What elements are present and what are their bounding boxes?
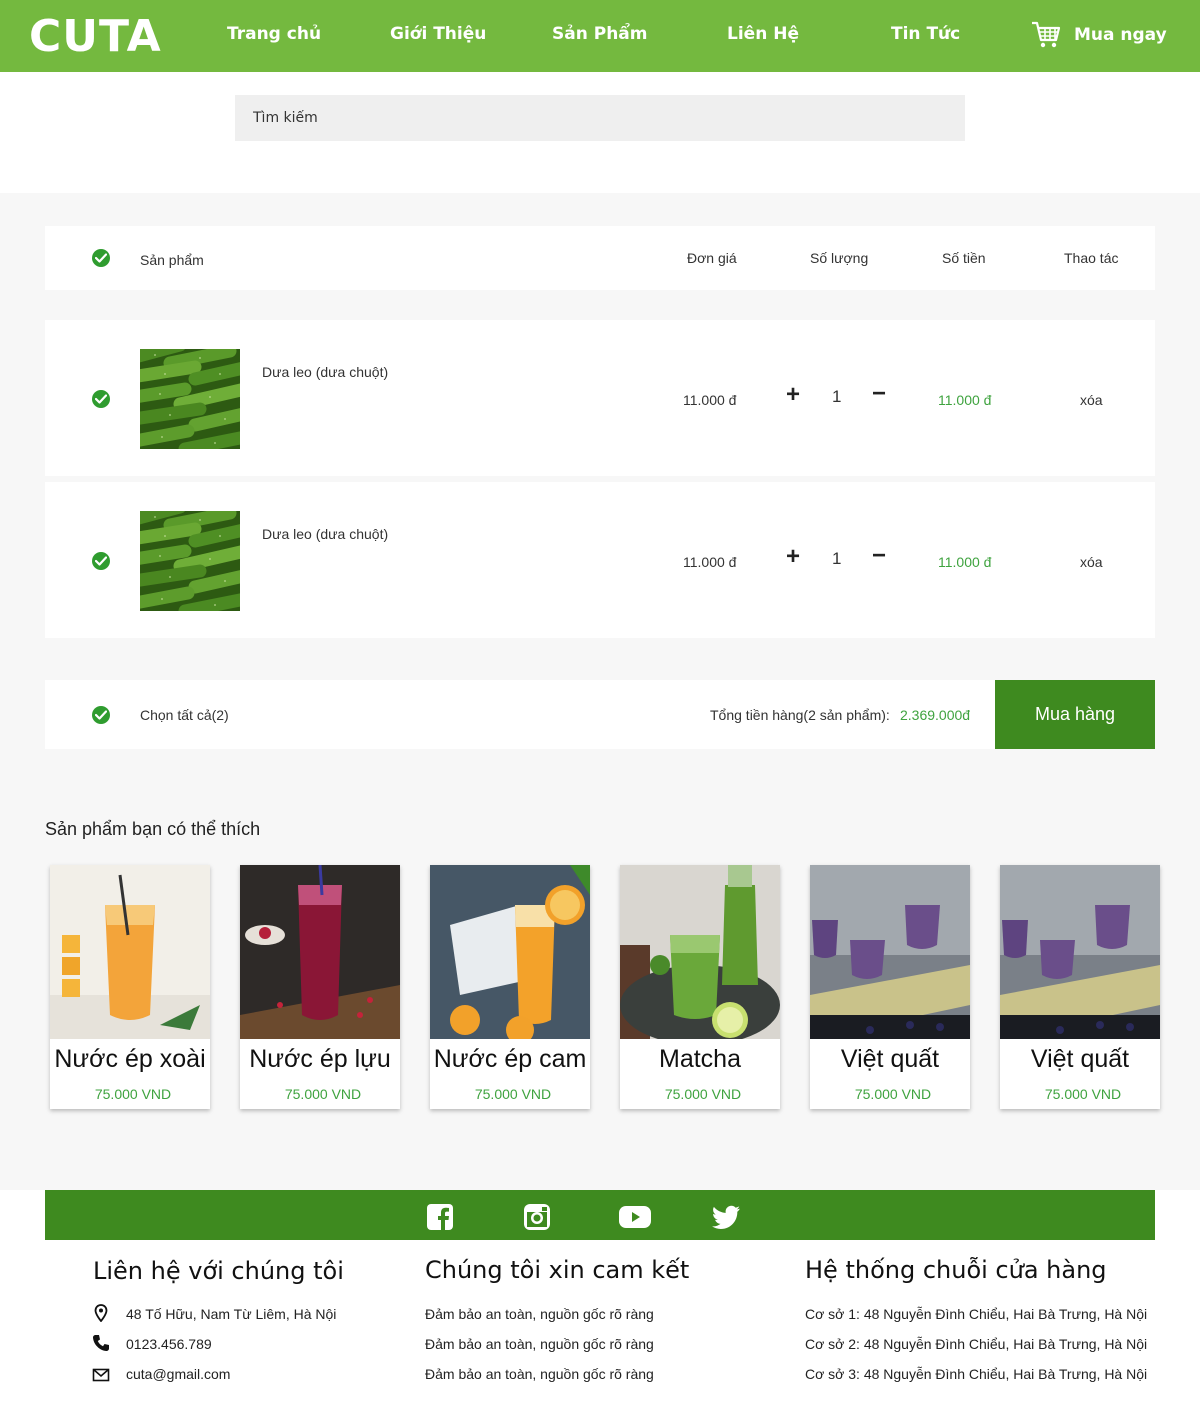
delete-link[interactable]: xóa [1080, 554, 1103, 570]
product-price: 75.000 VND [854, 1086, 932, 1102]
store-line: Cơ sở 3: 48 Nguyễn Đình Chiểu, Hai Bà Tr… [805, 1366, 1148, 1382]
quantity-value[interactable]: 1 [832, 549, 841, 569]
contact-email[interactable]: cuta@gmail.com [126, 1366, 230, 1382]
item-checkbox[interactable] [92, 390, 110, 408]
social-bar [45, 1190, 1155, 1240]
twitter-icon[interactable] [711, 1203, 741, 1231]
column-product: Sản phẩm [140, 252, 204, 268]
product-name[interactable]: Dưa leo (dưa chuột) [262, 364, 388, 380]
quantity-value[interactable]: 1 [832, 387, 841, 407]
cart-header: Sản phẩm Đơn giá Số lượng Số tiền Thao t… [45, 226, 1155, 290]
total-value: 2.369.000đ [900, 707, 971, 723]
product-name[interactable]: Dưa leo (dưa chuột) [262, 526, 388, 542]
nav-item-news[interactable]: Tin Tức [891, 24, 960, 44]
commitment-line: Đảm bảo an toàn, nguồn gốc rõ ràng [425, 1366, 654, 1382]
product-price: 75.000 VND [664, 1086, 742, 1102]
store-line: Cơ sở 1: 48 Nguyễn Đình Chiểu, Hai Bà Tr… [805, 1306, 1148, 1322]
item-amount: 11.000 đ [938, 554, 992, 570]
product-card[interactable]: Nước ép xoài 75.000 VND [50, 865, 210, 1109]
buy-now-label: Mua ngay [1074, 25, 1167, 45]
nav-item-contact[interactable]: Liên Hệ [727, 24, 799, 44]
email-icon [92, 1368, 110, 1382]
product-name: Nước ép cam [433, 1045, 587, 1073]
product-name: Nước ép xoài [54, 1045, 206, 1073]
product-name: Nước ép lựu [249, 1045, 391, 1073]
product-image[interactable] [140, 349, 240, 449]
product-image [810, 865, 970, 1039]
product-name: Việt quất [1030, 1045, 1130, 1073]
contact-address: 48 Tố Hữu, Nam Từ Liêm, Hà Nội [126, 1306, 337, 1322]
product-image[interactable] [140, 511, 240, 611]
commitment-line: Đảm bảo an toàn, nguồn gốc rõ ràng [425, 1306, 654, 1322]
cart-summary: Chọn tất cả(2) Tổng tiền hàng(2 sản phẩm… [45, 680, 1155, 749]
increase-quantity-button[interactable]: + [786, 545, 800, 569]
column-unit-price: Đơn giá [687, 250, 737, 266]
commitment-title: Chúng tôi xin cam kết [425, 1256, 690, 1284]
item-amount: 11.000 đ [938, 392, 992, 408]
commitment-line: Đảm bảo an toàn, nguồn gốc rõ ràng [425, 1336, 654, 1352]
product-name: Việt quất [840, 1045, 940, 1073]
product-name: Matcha [659, 1045, 741, 1073]
check-icon [95, 710, 107, 720]
decrease-quantity-button[interactable]: − [872, 382, 886, 406]
select-all-checkbox[interactable] [92, 706, 110, 724]
product-image [620, 865, 780, 1045]
youtube-icon[interactable] [619, 1203, 651, 1231]
nav-item-products[interactable]: Sản Phẩm [552, 24, 647, 44]
delete-link[interactable]: xóa [1080, 392, 1103, 408]
column-quantity: Số lượng [810, 250, 869, 266]
buy-now-button[interactable]: Mua ngay [1030, 18, 1167, 52]
contact-phone: 0123.456.789 [126, 1336, 212, 1352]
cart-item: Dưa leo (dưa chuột) 11.000 đ + 1 − 11.00… [45, 482, 1155, 638]
contact-title: Liên hệ với chúng tôi [93, 1257, 344, 1285]
check-icon [95, 556, 107, 566]
product-card[interactable]: Matcha 75.000 VND [620, 865, 780, 1109]
facebook-icon[interactable] [426, 1203, 454, 1231]
check-icon [95, 253, 107, 263]
decrease-quantity-button[interactable]: − [872, 544, 886, 568]
product-price: 75.000 VND [94, 1086, 172, 1102]
suggestions-title: Sản phẩm bạn có thể thích [45, 819, 261, 839]
checkout-button[interactable]: Mua hàng [995, 680, 1155, 749]
nav-item-home[interactable]: Trang chủ [227, 24, 321, 44]
product-price: 75.000 VND [284, 1086, 362, 1102]
search-input[interactable] [235, 95, 965, 141]
column-action: Thao tác [1064, 250, 1119, 266]
unit-price: 11.000 đ [683, 392, 737, 408]
product-card[interactable]: Nước ép cam 75.000 VND [430, 865, 590, 1109]
cart-item: Dưa leo (dưa chuột) 11.000 đ + 1 − 11.00… [45, 320, 1155, 476]
product-image [50, 865, 210, 1039]
product-image [240, 864, 400, 1039]
shopping-cart-icon [1032, 21, 1061, 48]
stores-title: Hệ thống chuỗi cửa hàng [805, 1256, 1107, 1284]
product-card[interactable]: Việt quất 75.000 VND [1000, 865, 1160, 1109]
location-pin-icon [94, 1304, 108, 1322]
total-label: Tổng tiền hàng(2 sản phẩm): [710, 707, 890, 723]
product-image [430, 865, 590, 1044]
store-line: Cơ sở 2: 48 Nguyễn Đình Chiểu, Hai Bà Tr… [805, 1336, 1148, 1352]
column-amount: Số tiền [942, 250, 986, 266]
increase-quantity-button[interactable]: + [786, 383, 800, 407]
instagram-icon[interactable] [523, 1203, 551, 1231]
product-image [1000, 865, 1160, 1039]
phone-icon [93, 1335, 109, 1351]
product-price: 75.000 VND [474, 1086, 552, 1102]
check-icon [95, 394, 107, 404]
select-all-header-checkbox[interactable] [92, 249, 110, 267]
product-card[interactable]: Nước ép lựu 75.000 VND [240, 864, 400, 1109]
product-price: 75.000 VND [1044, 1086, 1122, 1102]
item-checkbox[interactable] [92, 552, 110, 570]
unit-price: 11.000 đ [683, 554, 737, 570]
logo[interactable]: CUTA [29, 11, 162, 62]
nav-item-about[interactable]: Giới Thiệu [390, 24, 486, 44]
select-all-label[interactable]: Chọn tất cả(2) [140, 707, 229, 723]
product-card[interactable]: Việt quất 75.000 VND [810, 865, 970, 1109]
top-navbar: CUTA Trang chủ Giới Thiệu Sản Phẩm Liên … [0, 0, 1200, 72]
